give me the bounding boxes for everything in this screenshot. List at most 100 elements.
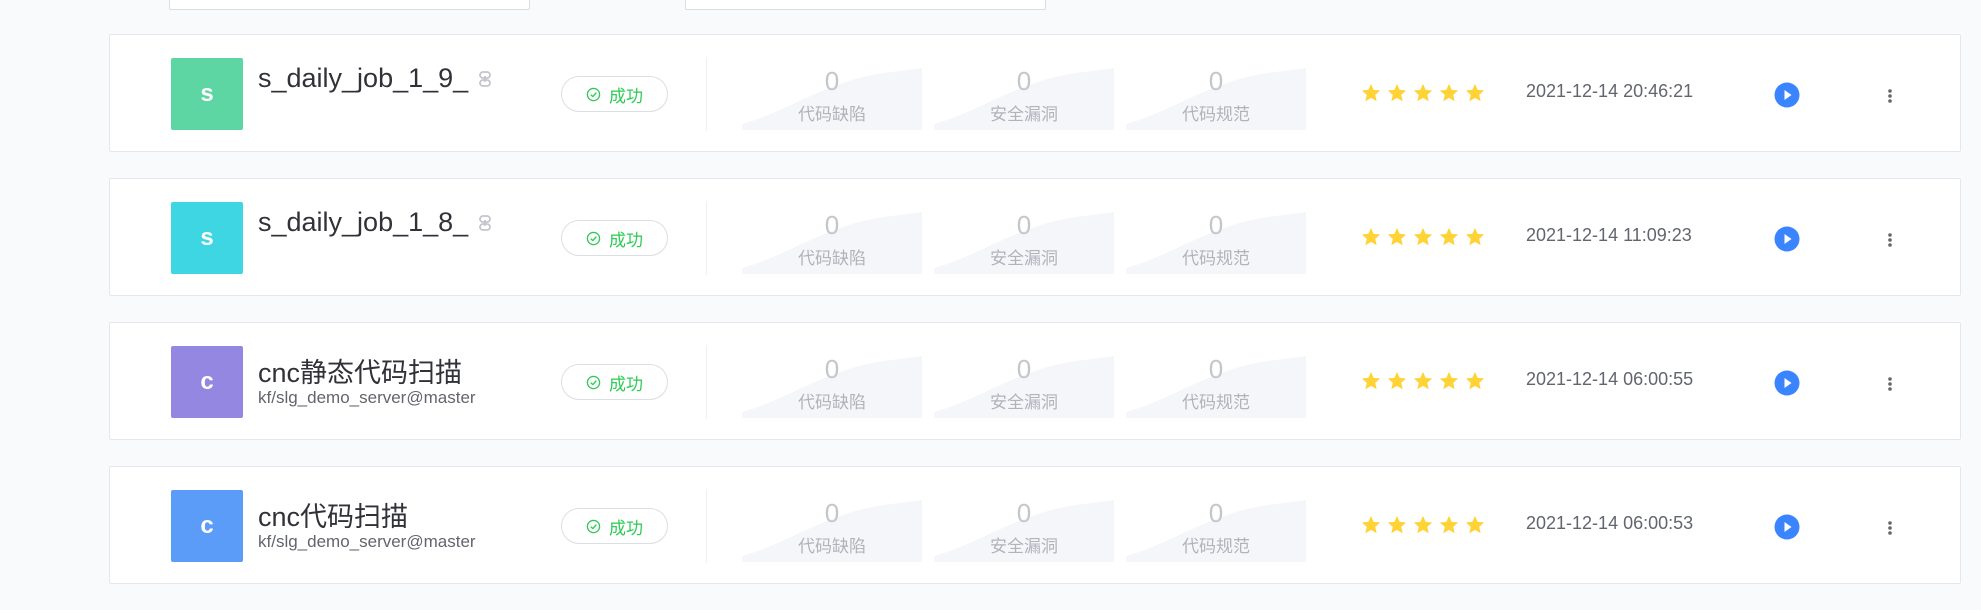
metric-security-vulnerabilities[interactable]: 0 安全漏洞 <box>934 208 1114 274</box>
star-icon <box>1465 371 1485 390</box>
star-icon <box>1361 83 1381 102</box>
star-icon <box>1439 515 1459 534</box>
task-name-text[interactable]: cnc代码扫描 <box>258 495 408 534</box>
metric-security-vulnerabilities[interactable]: 0 安全漏洞 <box>934 496 1114 562</box>
metric-code-defects[interactable]: 0 代码缺陷 <box>742 64 922 130</box>
check-circle-icon <box>586 231 601 245</box>
filter-input-right[interactable] <box>685 0 1046 10</box>
metric-value[interactable]: 0 <box>742 498 922 528</box>
link-icon[interactable] <box>476 214 494 232</box>
metric-code-standards[interactable]: 0 代码规范 <box>1126 352 1306 418</box>
divider <box>706 345 707 419</box>
more-vertical-icon[interactable] <box>1879 228 1901 252</box>
task-name-text[interactable]: s_daily_job_1_8_ <box>258 207 468 238</box>
status-badge: 成功 <box>561 508 668 544</box>
metric-code-defects[interactable]: 0 代码缺陷 <box>742 208 922 274</box>
status-text: 成功 <box>609 518 643 538</box>
star-icon <box>1361 371 1381 390</box>
more-vertical-icon[interactable] <box>1879 372 1901 396</box>
link-icon[interactable] <box>476 70 494 88</box>
task-time: 2021-12-14 06:00:53 <box>1526 513 1694 533</box>
task-name-text[interactable]: cnc静态代码扫描 <box>258 351 462 390</box>
task-name[interactable]: s_daily_job_1_9_ <box>258 63 494 94</box>
metric-label: 安全漏洞 <box>990 537 1058 556</box>
metric-value[interactable]: 0 <box>742 354 922 384</box>
task-repo: kf/slg_demo_server@master <box>258 532 476 551</box>
metric-code-standards[interactable]: 0 代码规范 <box>1126 64 1306 130</box>
task-name[interactable]: cnc代码扫描 <box>258 495 408 534</box>
metric-security-vulnerabilities[interactable]: 0 安全漏洞 <box>934 64 1114 130</box>
metric-code-standards[interactable]: 0 代码规范 <box>1126 208 1306 274</box>
metric-value[interactable]: 0 <box>1126 66 1306 96</box>
star-icon <box>1465 227 1485 246</box>
metric-label: 代码缺陷 <box>798 105 866 124</box>
more-vertical-icon[interactable] <box>1879 84 1901 108</box>
metric-label: 安全漏洞 <box>990 105 1058 124</box>
metric-code-standards[interactable]: 0 代码规范 <box>1126 496 1306 562</box>
star-icon <box>1413 371 1433 390</box>
metric-security-vulnerabilities[interactable]: 0 安全漏洞 <box>934 352 1114 418</box>
rating-stars <box>1360 514 1486 536</box>
task-avatar: c <box>171 346 243 418</box>
task-avatar: c <box>171 490 243 562</box>
star-icon <box>1439 83 1459 102</box>
metric-value[interactable]: 0 <box>934 66 1114 96</box>
metric-label: 代码规范 <box>1182 537 1250 556</box>
task-time: 2021-12-14 20:46:21 <box>1526 81 1694 101</box>
check-circle-icon <box>586 87 601 101</box>
star-icon <box>1413 227 1433 246</box>
task-avatar: s <box>171 202 243 274</box>
task-repo: kf/slg_demo_server@master <box>258 388 476 407</box>
metric-label: 安全漏洞 <box>990 393 1058 412</box>
metric-value[interactable]: 0 <box>934 498 1114 528</box>
run-button[interactable] <box>1774 370 1800 396</box>
task-row[interactable]: c cnc代码扫描 kf/slg_demo_server@master 成功 0 代… <box>109 466 1961 584</box>
metric-value[interactable]: 0 <box>1126 210 1306 240</box>
task-row[interactable]: c cnc静态代码扫描 kf/slg_demo_server@master 成功 0… <box>109 322 1961 440</box>
metric-value[interactable]: 0 <box>1126 498 1306 528</box>
star-icon <box>1413 83 1433 102</box>
run-button[interactable] <box>1774 226 1800 252</box>
task-avatar: s <box>171 58 243 130</box>
metric-value[interactable]: 0 <box>742 210 922 240</box>
task-name[interactable]: s_daily_job_1_8_ <box>258 207 494 238</box>
status-text: 成功 <box>609 374 643 394</box>
task-name-text[interactable]: s_daily_job_1_9_ <box>258 63 468 94</box>
star-icon <box>1387 371 1407 390</box>
task-row[interactable]: s s_daily_job_1_9_ 成功 0 代码缺陷 0 安全漏洞 0 代码规… <box>109 34 1961 152</box>
star-icon <box>1413 515 1433 534</box>
run-button[interactable] <box>1774 514 1800 540</box>
task-name[interactable]: cnc静态代码扫描 <box>258 351 462 390</box>
rating-stars <box>1360 370 1486 392</box>
task-time: 2021-12-14 06:00:55 <box>1526 369 1694 389</box>
metric-value[interactable]: 0 <box>1126 354 1306 384</box>
more-vertical-icon[interactable] <box>1879 516 1901 540</box>
star-icon <box>1361 227 1381 246</box>
check-circle-icon <box>586 375 601 389</box>
status-badge: 成功 <box>561 364 668 400</box>
star-icon <box>1361 515 1381 534</box>
star-icon <box>1439 227 1459 246</box>
filter-input-left[interactable] <box>169 0 530 10</box>
rating-stars <box>1360 226 1486 248</box>
task-row[interactable]: s s_daily_job_1_8_ 成功 0 代码缺陷 0 安全漏洞 0 代码规… <box>109 178 1961 296</box>
star-icon <box>1387 515 1407 534</box>
metric-code-defects[interactable]: 0 代码缺陷 <box>742 496 922 562</box>
star-icon <box>1387 83 1407 102</box>
star-icon <box>1387 227 1407 246</box>
metric-label: 代码规范 <box>1182 105 1250 124</box>
metric-code-defects[interactable]: 0 代码缺陷 <box>742 352 922 418</box>
metric-label: 代码规范 <box>1182 249 1250 268</box>
status-text: 成功 <box>609 86 643 106</box>
metric-value[interactable]: 0 <box>742 66 922 96</box>
metric-value[interactable]: 0 <box>934 210 1114 240</box>
status-badge: 成功 <box>561 76 668 112</box>
star-icon <box>1439 371 1459 390</box>
run-button[interactable] <box>1774 82 1800 108</box>
status-text: 成功 <box>609 230 643 250</box>
metric-value[interactable]: 0 <box>934 354 1114 384</box>
metric-label: 代码规范 <box>1182 393 1250 412</box>
status-badge: 成功 <box>561 220 668 256</box>
check-circle-icon <box>586 519 601 533</box>
divider <box>706 201 707 275</box>
